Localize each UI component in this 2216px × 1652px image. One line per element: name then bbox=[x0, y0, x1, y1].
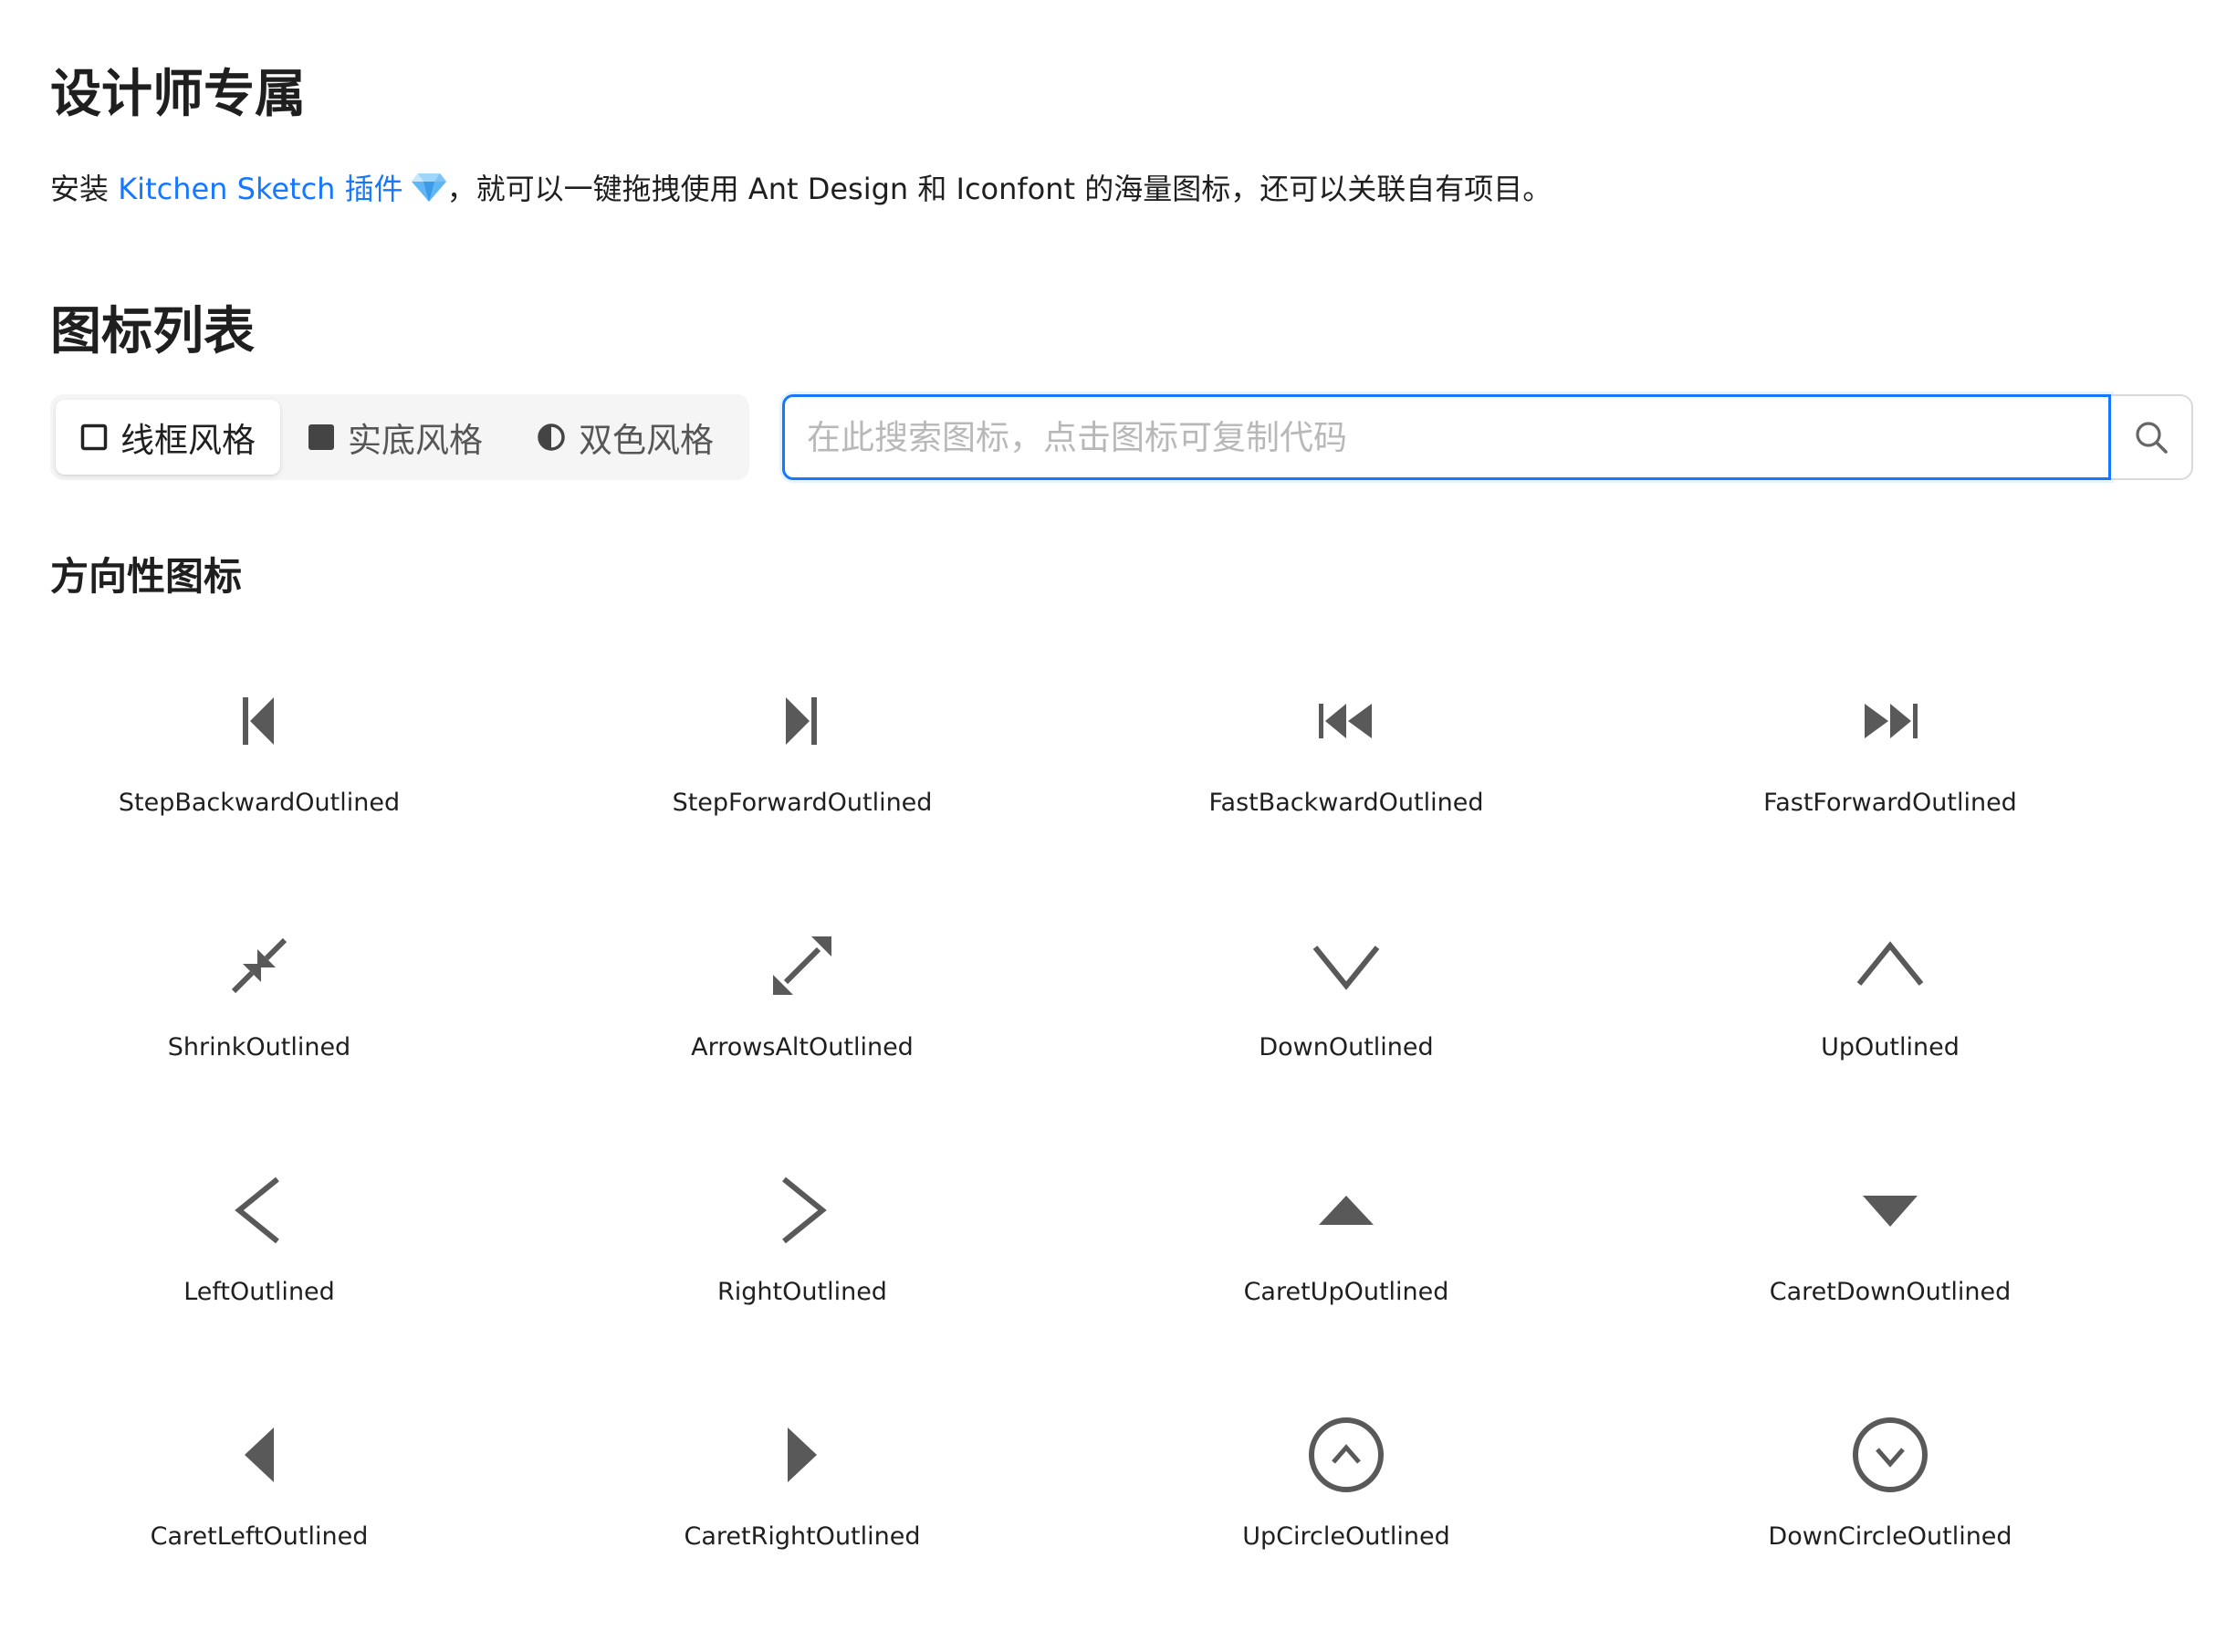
caret-right-icon bbox=[788, 1427, 817, 1482]
gem-icon[interactable] bbox=[411, 172, 447, 203]
icon-box bbox=[1845, 675, 1936, 767]
search-input[interactable] bbox=[782, 394, 2111, 480]
icon-label: StepBackwardOutlined bbox=[118, 789, 401, 817]
icon-label: CaretUpOutlined bbox=[1243, 1278, 1449, 1306]
icon-label: LeftOutlined bbox=[183, 1278, 335, 1306]
icon-card-caret-up[interactable]: CaretUpOutlined bbox=[1077, 1128, 1615, 1347]
half-circle-icon bbox=[538, 423, 565, 451]
theme-segmented-control: 线框风格 实底风格 双色风格 bbox=[50, 394, 749, 480]
icon-card-down[interactable]: DownOutlined bbox=[1077, 884, 1615, 1103]
icon-label: ArrowsAltOutlined bbox=[691, 1033, 914, 1061]
segment-outlined-label: 线框风格 bbox=[120, 421, 256, 460]
icon-card-caret-left[interactable]: CaretLeftOutlined bbox=[0, 1373, 528, 1592]
icon-label: CaretRightOutlined bbox=[684, 1522, 921, 1551]
intro-suffix: ，就可以一键拖拽使用 Ant Design 和 Iconfont 的海量图标，还… bbox=[446, 172, 1552, 206]
icon-label: CaretDownOutlined bbox=[1769, 1278, 2012, 1306]
icon-label: CaretLeftOutlined bbox=[150, 1522, 369, 1551]
chevron-right-icon bbox=[782, 1176, 827, 1244]
search-icon bbox=[2136, 422, 2168, 454]
icon-card-fast-forward[interactable]: FastForwardOutlined bbox=[1621, 639, 2159, 858]
segment-outlined[interactable]: 线框风格 bbox=[56, 400, 280, 475]
icon-label: UpOutlined bbox=[1821, 1033, 1960, 1061]
chevron-down-icon bbox=[1312, 946, 1380, 990]
icon-label: FastForwardOutlined bbox=[1763, 789, 2017, 817]
icon-box bbox=[1845, 1409, 1936, 1500]
segment-twotone[interactable]: 双色风格 bbox=[510, 400, 740, 475]
segment-filled[interactable]: 实底风格 bbox=[280, 400, 510, 475]
icon-card-down-circle[interactable]: DownCircleOutlined bbox=[1621, 1373, 2159, 1592]
icon-card-shrink[interactable]: ShrinkOutlined bbox=[0, 884, 528, 1103]
icon-box bbox=[1301, 920, 1392, 1011]
icon-label: FastBackwardOutlined bbox=[1208, 789, 1484, 817]
icon-card-up-circle[interactable]: UpCircleOutlined bbox=[1077, 1373, 1615, 1592]
intro-prefix: 安装 bbox=[50, 172, 119, 206]
fast-forward-icon bbox=[1865, 704, 1918, 738]
icon-card-fast-backward[interactable]: FastBackwardOutlined bbox=[1077, 639, 1615, 858]
icon-card-right[interactable]: RightOutlined bbox=[533, 1128, 1071, 1347]
icon-label: StepForwardOutlined bbox=[672, 789, 933, 817]
icon-box bbox=[214, 675, 305, 767]
icon-card-caret-right[interactable]: CaretRightOutlined bbox=[533, 1373, 1071, 1592]
icon-search bbox=[782, 394, 2193, 480]
icon-label: DownCircleOutlined bbox=[1768, 1522, 2012, 1551]
arrows-alt-icon bbox=[773, 936, 831, 995]
icon-list-title: 图标列表 bbox=[50, 302, 255, 361]
kitchen-sketch-link[interactable]: Kitchen Sketch 插件 bbox=[118, 172, 446, 206]
filled-square-icon bbox=[308, 424, 334, 450]
caret-up-icon bbox=[1319, 1196, 1374, 1225]
icon-box bbox=[214, 920, 305, 1011]
icon-box bbox=[757, 1409, 848, 1500]
icon-grid: StepBackwardOutlined StepForwardOutlined… bbox=[0, 639, 2216, 1625]
icon-box bbox=[757, 920, 848, 1011]
segment-filled-label: 实底风格 bbox=[348, 421, 483, 460]
down-circle-icon bbox=[1853, 1417, 1928, 1492]
icon-card-left[interactable]: LeftOutlined bbox=[0, 1128, 528, 1347]
step-forward-icon bbox=[786, 697, 817, 745]
icon-box bbox=[1301, 1409, 1392, 1500]
icon-box bbox=[1301, 1165, 1392, 1256]
icon-box bbox=[757, 675, 848, 767]
icon-box bbox=[1845, 1165, 1936, 1256]
up-circle-icon bbox=[1309, 1417, 1384, 1492]
icon-card-step-backward[interactable]: StepBackwardOutlined bbox=[0, 639, 528, 858]
icon-card-up[interactable]: UpOutlined bbox=[1621, 884, 2159, 1103]
segment-twotone-label: 双色风格 bbox=[579, 421, 714, 460]
designer-intro: 安装 Kitchen Sketch 插件 ，就可以一键拖拽使用 Ant Desig… bbox=[50, 164, 1552, 214]
chevron-up-icon bbox=[1856, 941, 1924, 986]
icon-box bbox=[1845, 920, 1936, 1011]
caret-down-icon bbox=[1863, 1196, 1918, 1227]
icon-box bbox=[757, 1165, 848, 1256]
directional-icons-title: 方向性图标 bbox=[50, 554, 243, 599]
search-button[interactable] bbox=[2111, 394, 2193, 480]
icon-label: DownOutlined bbox=[1259, 1033, 1434, 1061]
icon-label: UpCircleOutlined bbox=[1242, 1522, 1450, 1551]
step-backward-icon bbox=[243, 697, 274, 745]
icon-card-caret-down[interactable]: CaretDownOutlined bbox=[1621, 1128, 2159, 1347]
caret-left-icon bbox=[245, 1427, 274, 1482]
fast-backward-icon bbox=[1319, 704, 1372, 738]
icon-label: ShrinkOutlined bbox=[167, 1033, 351, 1061]
designer-section-title: 设计师专属 bbox=[50, 65, 306, 124]
outlined-square-icon bbox=[80, 423, 108, 451]
chevron-left-icon bbox=[235, 1176, 279, 1244]
icon-box bbox=[214, 1409, 305, 1500]
icon-box bbox=[1301, 675, 1392, 767]
shrink-icon bbox=[231, 937, 287, 994]
kitchen-sketch-link-text[interactable]: Kitchen Sketch 插件 bbox=[118, 172, 402, 206]
icon-card-step-forward[interactable]: StepForwardOutlined bbox=[533, 639, 1071, 858]
icon-card-arrows-alt[interactable]: ArrowsAltOutlined bbox=[533, 884, 1071, 1103]
icon-box bbox=[214, 1165, 305, 1256]
icon-label: RightOutlined bbox=[717, 1278, 887, 1306]
